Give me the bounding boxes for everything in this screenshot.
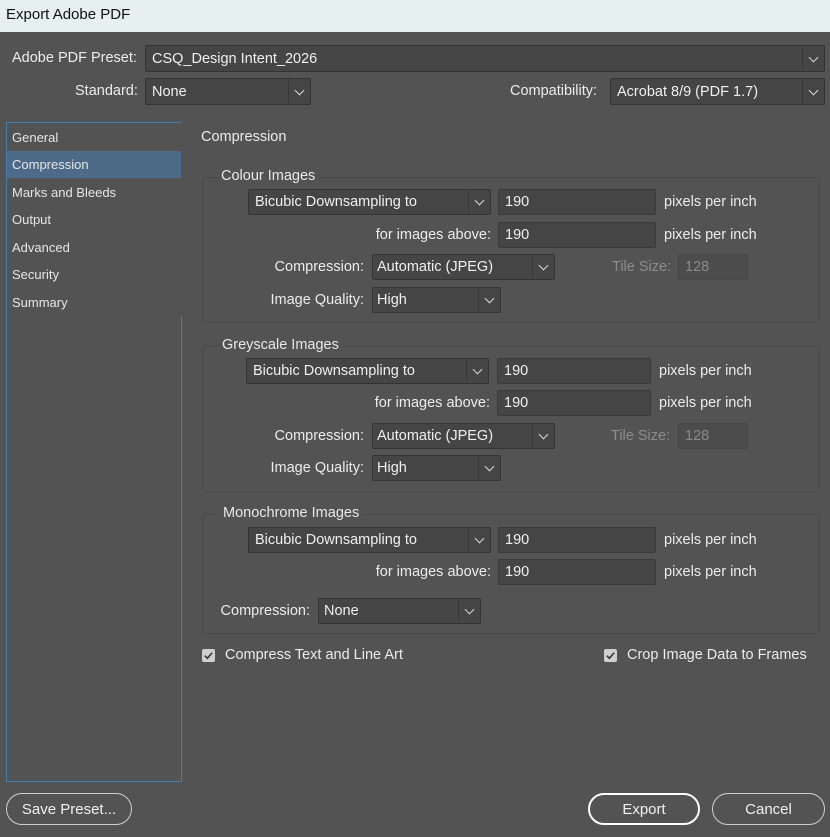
colour-ppi-input[interactable]: 190 — [498, 189, 656, 215]
cancel-button[interactable]: Cancel — [712, 793, 825, 825]
chevron-down-icon — [532, 255, 554, 279]
greyscale-images-title: Greyscale Images — [218, 337, 343, 353]
section-title: Compression — [201, 129, 287, 145]
sidebar-item-advanced[interactable]: Advanced — [7, 234, 181, 261]
colour-above-label: for images above: — [375, 227, 491, 243]
colour-tile-label: Tile Size: — [612, 259, 672, 275]
colour-images-title: Colour Images — [217, 168, 320, 184]
grey-sampling-dropdown[interactable]: Bicubic Downsampling to — [246, 358, 489, 384]
chevron-down-icon — [802, 46, 824, 71]
sidebar-item-marks-and-bleeds[interactable]: Marks and Bleeds — [7, 179, 181, 206]
mono-ppi-input[interactable]: 190 — [498, 527, 656, 553]
checkmark-icon — [606, 652, 615, 660]
colour-above-unit: pixels per inch — [664, 227, 757, 243]
standard-dropdown[interactable]: None — [145, 78, 311, 105]
sidebar-edge-cover — [181, 122, 182, 316]
mono-compression-dropdown[interactable]: None — [318, 598, 481, 624]
sidebar-item-output[interactable]: Output — [7, 206, 181, 233]
mono-compression-value: None — [324, 603, 359, 619]
grey-compression-value: Automatic (JPEG) — [377, 428, 494, 444]
grey-tile-input[interactable]: 128 — [678, 423, 748, 449]
chevron-down-icon — [466, 359, 488, 383]
grey-ppi-unit: pixels per inch — [659, 363, 752, 379]
colour-tile-value: 128 — [685, 259, 710, 275]
save-preset-button[interactable]: Save Preset... — [6, 793, 132, 825]
chevron-down-icon — [532, 424, 554, 448]
grey-above-unit: pixels per inch — [659, 395, 752, 411]
colour-compression-dropdown[interactable]: Automatic (JPEG) — [372, 254, 555, 280]
colour-above-input[interactable]: 190 — [498, 222, 656, 248]
chevron-down-icon — [802, 79, 824, 104]
colour-quality-dropdown[interactable]: High — [372, 287, 501, 313]
grey-ppi-value: 190 — [504, 363, 529, 379]
checkmark-icon — [204, 652, 213, 660]
mono-ppi-unit: pixels per inch — [664, 532, 757, 548]
preset-value: CSQ_Design Intent_2026 — [152, 50, 318, 67]
chevron-down-icon — [288, 79, 310, 104]
mono-compression-label: Compression: — [220, 603, 310, 619]
colour-quality-value: High — [377, 292, 407, 308]
grey-compression-dropdown[interactable]: Automatic (JPEG) — [372, 423, 555, 449]
standard-value: None — [152, 83, 187, 100]
grey-ppi-input[interactable]: 190 — [497, 358, 651, 384]
colour-quality-label: Image Quality: — [270, 292, 365, 308]
mono-ppi-value: 190 — [505, 532, 530, 548]
preset-dropdown[interactable]: CSQ_Design Intent_2026 — [145, 45, 825, 72]
category-list: General Compression Marks and Bleeds Out… — [6, 122, 182, 782]
mono-above-input[interactable]: 190 — [498, 559, 656, 585]
window-title-bar: Export Adobe PDF — [0, 0, 830, 32]
grey-sampling-value: Bicubic Downsampling to — [253, 363, 415, 379]
grey-above-value: 190 — [504, 395, 529, 411]
sidebar-item-compression[interactable]: Compression — [7, 151, 181, 178]
export-button[interactable]: Export — [588, 793, 700, 825]
colour-compression-label: Compression: — [274, 259, 364, 275]
grey-quality-label: Image Quality: — [270, 460, 365, 476]
colour-ppi-value: 190 — [505, 194, 530, 210]
colour-above-value: 190 — [505, 227, 530, 243]
chevron-down-icon — [468, 528, 490, 552]
compatibility-value: Acrobat 8/9 (PDF 1.7) — [617, 83, 759, 100]
compress-text-label[interactable]: Compress Text and Line Art — [225, 647, 403, 663]
grey-quality-dropdown[interactable]: High — [372, 455, 501, 481]
sidebar-item-general[interactable]: General — [7, 124, 181, 151]
chevron-down-icon — [458, 599, 480, 623]
standard-label: Standard: — [75, 83, 138, 99]
colour-compression-value: Automatic (JPEG) — [377, 259, 494, 275]
grey-above-label: for images above: — [374, 395, 490, 411]
grey-above-input[interactable]: 190 — [497, 390, 651, 416]
chevron-down-icon — [478, 456, 500, 480]
colour-sampling-dropdown[interactable]: Bicubic Downsampling to — [248, 189, 491, 215]
colour-tile-input[interactable]: 128 — [678, 254, 748, 280]
mono-sampling-dropdown[interactable]: Bicubic Downsampling to — [248, 527, 491, 553]
crop-image-label[interactable]: Crop Image Data to Frames — [627, 647, 807, 663]
compress-text-checkbox[interactable] — [202, 649, 215, 662]
compatibility-dropdown[interactable]: Acrobat 8/9 (PDF 1.7) — [610, 78, 825, 105]
mono-above-unit: pixels per inch — [664, 564, 757, 580]
grey-quality-value: High — [377, 460, 407, 476]
compatibility-label: Compatibility: — [510, 83, 598, 99]
mono-sampling-value: Bicubic Downsampling to — [255, 532, 417, 548]
sidebar-item-security[interactable]: Security — [7, 261, 181, 288]
chevron-down-icon — [468, 190, 490, 214]
grey-tile-label: Tile Size: — [611, 428, 671, 444]
preset-label: Adobe PDF Preset: — [12, 50, 137, 66]
colour-ppi-unit: pixels per inch — [664, 194, 757, 210]
sidebar-item-summary[interactable]: Summary — [7, 289, 181, 316]
grey-tile-value: 128 — [685, 428, 710, 444]
window-title: Export Adobe PDF — [6, 6, 131, 23]
chevron-down-icon — [478, 288, 500, 312]
mono-above-label: for images above: — [375, 564, 491, 580]
crop-image-checkbox[interactable] — [604, 649, 617, 662]
mono-above-value: 190 — [505, 564, 530, 580]
monochrome-images-title: Monochrome Images — [219, 505, 364, 521]
grey-compression-label: Compression: — [274, 428, 364, 444]
colour-sampling-value: Bicubic Downsampling to — [255, 194, 417, 210]
